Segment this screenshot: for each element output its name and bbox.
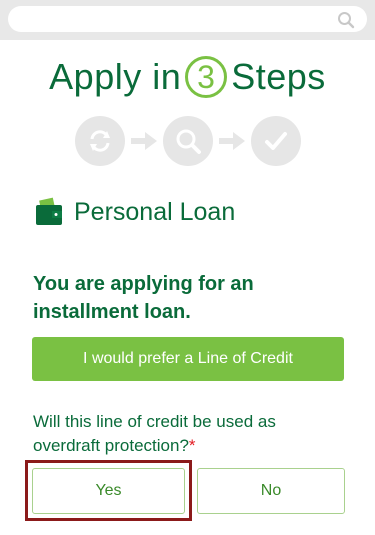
wallet-icon	[36, 197, 62, 225]
brand-text-after: Steps	[231, 56, 326, 97]
brand-number: 3	[185, 56, 228, 98]
product-header: Personal Loan	[34, 195, 235, 229]
page-heading: You are applying for an installment loan…	[33, 273, 254, 323]
brand-logo: Apply in 3 Steps	[0, 52, 375, 102]
magnifier-icon	[176, 129, 201, 154]
search-input[interactable]	[8, 6, 367, 32]
refresh-icon	[89, 130, 110, 152]
checkmark-icon	[264, 132, 287, 150]
top-bar	[0, 0, 375, 40]
search-icon[interactable]	[337, 11, 355, 29]
step-3	[250, 116, 301, 166]
step-progress	[0, 115, 375, 167]
line-of-credit-button[interactable]: I would prefer a Line of Credit	[32, 337, 344, 381]
arrow-right-icon	[130, 132, 157, 150]
arrow-right-icon	[218, 132, 245, 150]
product-title: Personal Loan	[74, 197, 236, 226]
question-text: Will this line of credit be used as over…	[33, 412, 276, 455]
step-1	[74, 116, 125, 166]
yes-button[interactable]: Yes	[32, 468, 185, 514]
brand-text-before: Apply in	[49, 56, 182, 97]
overdraft-question: Will this line of credit be used as over…	[33, 410, 343, 458]
required-marker: *	[188, 436, 196, 455]
no-button[interactable]: No	[197, 468, 345, 514]
step-2	[162, 116, 213, 166]
